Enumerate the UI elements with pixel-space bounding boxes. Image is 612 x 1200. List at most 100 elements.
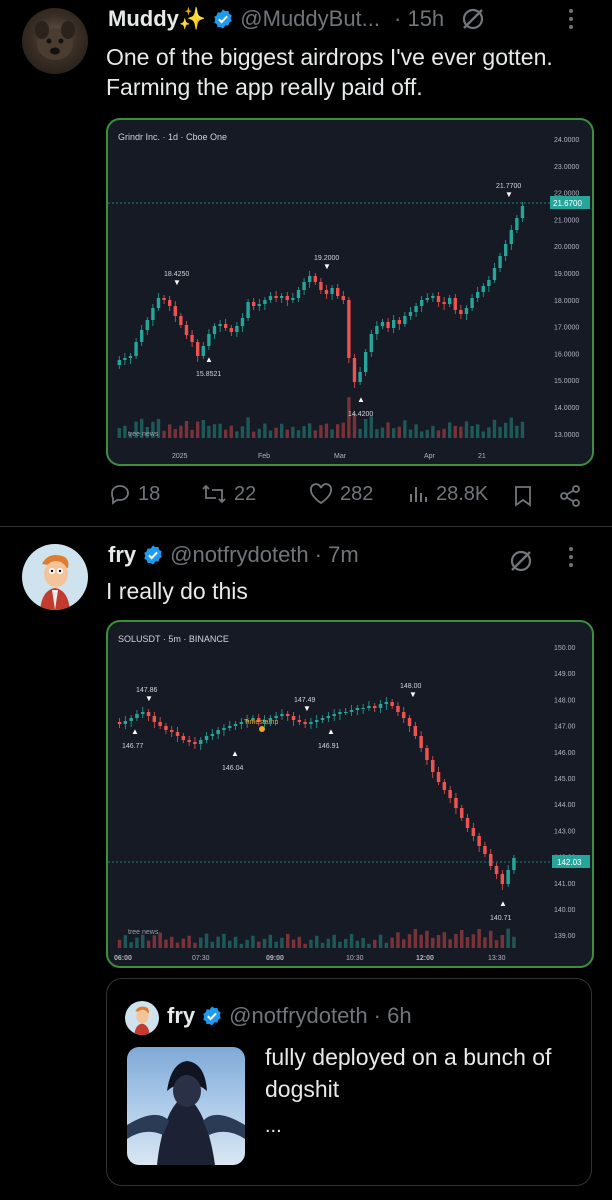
candle-body [303, 722, 307, 724]
volume-bar [268, 934, 273, 948]
annotation-arrow: ▲ [205, 355, 213, 364]
author-name[interactable]: Muddy✨ [108, 6, 206, 32]
candle-body [257, 304, 261, 306]
candle-body [380, 322, 385, 326]
volume-bar [504, 422, 508, 438]
author-name[interactable]: fry [108, 542, 136, 568]
candle-body [158, 722, 162, 726]
candle-body [492, 268, 497, 280]
volume-bar [481, 431, 485, 438]
price-annotation: 19.2000 [314, 255, 339, 262]
more-options-icon[interactable] [566, 544, 576, 580]
quote-post-time[interactable]: · 6h [374, 1003, 412, 1029]
reply-button[interactable]: 18 [108, 482, 160, 506]
candle-body [489, 854, 493, 866]
repost-button[interactable]: 22 [200, 482, 256, 506]
volume-bar [170, 936, 174, 948]
bookmark-icon[interactable] [512, 484, 534, 508]
author-handle[interactable]: @MuddyBut... [240, 6, 380, 32]
volume-bar [303, 943, 307, 948]
candle-body [358, 372, 362, 382]
post-time[interactable]: · 15h [394, 6, 444, 32]
views-button[interactable]: 28.8K [408, 482, 488, 506]
candle-body [117, 360, 121, 365]
volume-bar [425, 429, 429, 438]
quote-media[interactable] [127, 1047, 245, 1165]
volume-bar [369, 416, 373, 438]
volume-bar [229, 425, 233, 438]
candle-body [448, 298, 452, 304]
candle-body [448, 790, 452, 798]
volume-bar [358, 429, 362, 438]
grok-icon[interactable] [508, 548, 534, 574]
volume-bar [390, 937, 394, 948]
last-price-label: 21.6700 [553, 199, 582, 208]
volume-bar [477, 929, 481, 948]
candle-body [286, 714, 290, 716]
chart-image-grindr[interactable]: Grindr Inc. · 1d · Cboe One 24.0000 23.00… [106, 118, 594, 466]
quote-author-name[interactable]: fry [167, 1003, 195, 1029]
volume-bar [233, 936, 238, 948]
candle-body [291, 298, 295, 300]
volume-bar [164, 939, 168, 948]
volume-bar [222, 933, 226, 948]
price-axis-label: 149.00 [554, 671, 576, 678]
volume-bar [364, 419, 368, 438]
candle-body [442, 782, 447, 790]
share-icon[interactable] [558, 484, 582, 508]
quote-avatar[interactable] [125, 1001, 159, 1035]
volume-bar [431, 937, 435, 948]
like-button[interactable]: 282 [308, 482, 373, 506]
candle-body [515, 218, 519, 230]
annotation-arrow: ▼ [303, 704, 311, 713]
volume-bar [262, 938, 267, 948]
candle-body [263, 300, 267, 304]
avatar-muddy[interactable] [22, 8, 88, 74]
grok-icon[interactable] [460, 6, 486, 32]
volume-bar [375, 429, 379, 438]
volume-bar [396, 932, 400, 948]
candle-body [512, 858, 516, 870]
candle-body [378, 704, 383, 708]
more-options-icon[interactable] [566, 6, 576, 36]
candle-body [268, 296, 273, 300]
candle-body [341, 296, 345, 300]
volume-bar [179, 425, 183, 438]
candle-body [190, 335, 194, 342]
chart-image-solusdt[interactable]: SOLUSDT · 5m · BINANCE 150.00 149.00 148.0… [106, 620, 594, 968]
candle-body [500, 874, 505, 884]
volume-bar [257, 941, 261, 948]
volume-bar [361, 938, 365, 948]
candle-body [184, 325, 189, 335]
grindr-price-chart: Grindr Inc. · 1d · Cboe One 24.0000 23.00… [108, 132, 590, 460]
volume-bar [207, 425, 211, 438]
price-axis-label: 148.00 [554, 697, 576, 704]
volume-bar [420, 431, 424, 438]
post-time[interactable]: · 7m [315, 542, 359, 568]
volume-bar [373, 939, 377, 948]
quoted-post[interactable]: fry @notfrydoteth · 6h fully deployed on… [106, 978, 592, 1186]
volume-bar [297, 936, 302, 948]
volume-bar [263, 423, 267, 438]
volume-bar [471, 934, 476, 948]
candle-body [414, 306, 418, 312]
volume-bar [315, 935, 319, 948]
candle-body [274, 296, 278, 298]
candle-body [218, 324, 222, 326]
candle-body [228, 726, 232, 728]
volume-bar [291, 426, 295, 438]
heart-icon [309, 483, 333, 505]
candle-body [302, 282, 306, 290]
anime-character-image [127, 1061, 245, 1165]
candle-body [476, 292, 480, 298]
volume-bar [117, 939, 122, 948]
price-axis-label: 21.0000 [554, 217, 579, 224]
volume-bar [425, 930, 429, 948]
volume-bar [187, 935, 191, 948]
avatar-fry[interactable] [22, 544, 88, 610]
author-handle[interactable]: @notfrydoteth [170, 542, 309, 568]
volume-bar [257, 428, 261, 438]
time-axis-label: 2025 [172, 453, 188, 460]
quote-author-handle[interactable]: @notfrydoteth [229, 1003, 368, 1029]
candle-body [477, 836, 481, 846]
